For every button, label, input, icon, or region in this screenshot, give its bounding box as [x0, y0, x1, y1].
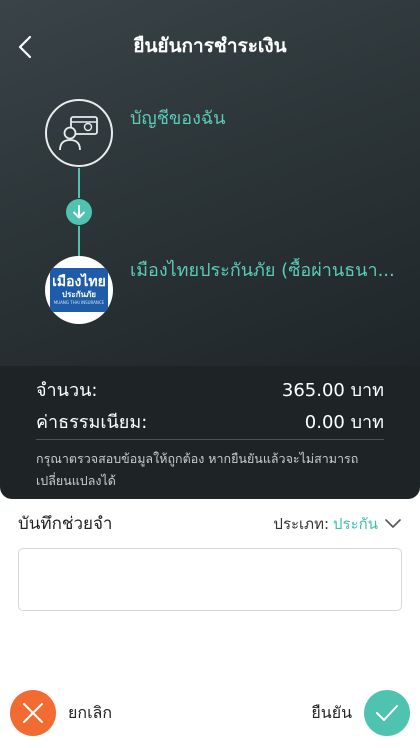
fee-value: 0.00 บาท — [304, 412, 384, 433]
notice-text: กรุณาตรวจสอบข้อมูลให้ถูกต้อง หากยืนยันแล… — [36, 451, 359, 488]
cancel-label[interactable]: ยกเลิก — [68, 700, 112, 726]
payee-label: เมืองไทยประกันภัย (ซื้อผ่านธนา... — [130, 260, 395, 281]
amount-row: จำนวน: 365.00 บาท — [36, 378, 384, 404]
cancel-button[interactable] — [10, 690, 56, 736]
header-panel: ยืนยันการชำระเงิน บัญชีของฉัน เมืองไทย ป… — [0, 0, 420, 366]
chevron-down-icon — [385, 519, 401, 528]
arrow-down-icon — [66, 199, 92, 225]
amount-label: จำนวน: — [36, 380, 98, 401]
memo-label: บันทึกช่วยจำ — [18, 514, 113, 534]
amount-value: 365.00 บาท — [281, 380, 384, 401]
type-label: ประเภท: — [273, 515, 330, 533]
from-account-icon-circle — [45, 99, 113, 167]
from-account-label: บัญชีของฉัน — [130, 108, 226, 129]
confirm-button[interactable] — [364, 690, 410, 736]
fee-label: ค่าธรรมเนียม: — [36, 412, 148, 433]
confirm-label[interactable]: ยืนยัน — [311, 700, 352, 726]
divider — [36, 439, 384, 440]
payment-summary: จำนวน: 365.00 บาท ค่าธรรมเนียม: 0.00 บาท… — [0, 366, 420, 499]
account-card-icon — [59, 116, 98, 151]
type-value: ประกัน — [333, 515, 378, 533]
check-icon — [376, 705, 398, 721]
page-title: ยืนยันการชำระเงิน — [133, 35, 287, 57]
flow-connector — [78, 168, 80, 198]
close-icon — [23, 703, 43, 723]
muang-thai-logo: เมืองไทย ประกันภัย MUANG THAI INSURANCE — [50, 268, 108, 312]
flow-connector — [78, 226, 80, 256]
memo-input[interactable] — [18, 548, 402, 611]
fee-row: ค่าธรรมเนียม: 0.00 บาท — [36, 410, 384, 436]
payee-logo: เมืองไทย ประกันภัย MUANG THAI INSURANCE — [45, 256, 113, 324]
type-dropdown[interactable]: ประเภท: ประกัน — [273, 512, 402, 536]
